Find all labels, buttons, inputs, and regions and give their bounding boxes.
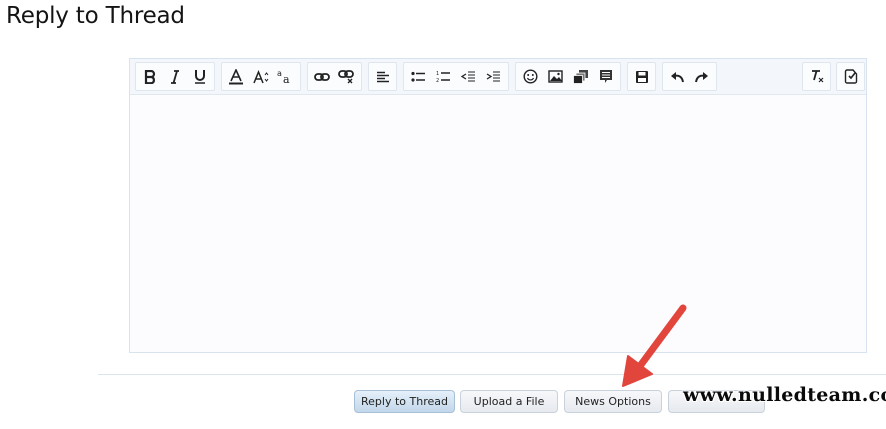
page-title: Reply to Thread — [6, 3, 185, 29]
italic-icon[interactable] — [163, 64, 188, 89]
toolbar-group-insert — [515, 62, 621, 91]
font-size-icon[interactable] — [249, 64, 274, 89]
toolbar-group-align — [368, 62, 397, 91]
media-icon[interactable] — [568, 64, 593, 89]
image-icon[interactable] — [543, 64, 568, 89]
smilie-icon[interactable] — [518, 64, 543, 89]
bold-icon[interactable] — [138, 64, 163, 89]
toolbar-group-link — [307, 62, 362, 91]
font-family-icon[interactable]: aa — [273, 64, 298, 89]
indent-icon[interactable] — [481, 64, 506, 89]
outdent-icon[interactable] — [456, 64, 481, 89]
editor-content-area[interactable] — [130, 95, 866, 352]
quote-icon[interactable] — [593, 64, 618, 89]
link-icon[interactable] — [310, 64, 335, 89]
form-divider — [98, 374, 886, 375]
toolbar-group-font: aa — [221, 62, 301, 91]
toolbar-group-removeformat — [802, 62, 831, 91]
reply-to-thread-button[interactable]: Reply to Thread — [354, 390, 455, 413]
remove-format-icon[interactable] — [805, 64, 828, 89]
upload-file-button[interactable]: Upload a File — [460, 390, 558, 413]
svg-text:2: 2 — [436, 78, 439, 83]
watermark: www.nulledteam.com — [683, 384, 886, 406]
editor-toolbar: aa 12 — [130, 59, 866, 95]
svg-text:1: 1 — [436, 71, 439, 77]
undo-icon[interactable] — [665, 64, 690, 89]
toolbar-group-source — [836, 62, 865, 91]
news-options-button[interactable]: News Options — [564, 390, 662, 413]
svg-text:a: a — [283, 73, 290, 84]
bullet-list-icon[interactable] — [406, 64, 431, 89]
underline-icon[interactable] — [187, 64, 212, 89]
toolbar-group-draft — [627, 62, 656, 91]
text-color-icon[interactable] — [224, 64, 249, 89]
message-editor[interactable]: aa 12 — [129, 58, 867, 353]
svg-text:a: a — [277, 69, 282, 78]
toggle-bbcode-icon[interactable] — [839, 64, 862, 89]
redo-icon[interactable] — [690, 64, 715, 89]
numbered-list-icon[interactable]: 12 — [431, 64, 456, 89]
unlink-icon[interactable] — [335, 64, 360, 89]
align-left-icon[interactable] — [371, 64, 394, 89]
toolbar-group-basic — [135, 62, 215, 91]
toolbar-group-history — [662, 62, 717, 91]
toolbar-group-list: 12 — [403, 62, 509, 91]
save-draft-icon[interactable] — [630, 64, 653, 89]
